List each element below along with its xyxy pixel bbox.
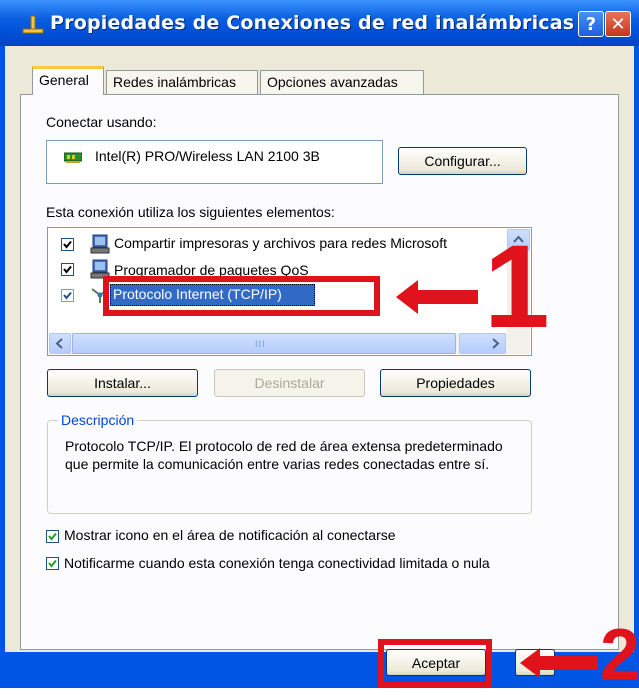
scroll-left-button[interactable]	[49, 333, 71, 354]
adapter-name: Intel(R) PRO/Wireless LAN 2100 3B	[95, 148, 320, 164]
description-title: Descripción	[58, 412, 138, 428]
checkmark-icon	[63, 291, 72, 300]
tab-wireless-networks[interactable]: Redes inalámbricas	[106, 70, 258, 94]
checkmark-icon	[63, 265, 72, 274]
help-button[interactable]: ?	[578, 11, 604, 37]
network-printer-icon	[89, 234, 111, 254]
uninstall-button[interactable]: Desinstalar	[214, 369, 365, 397]
notify-icon-checkbox[interactable]	[46, 530, 59, 543]
arrow-left-icon	[396, 280, 478, 314]
step-number-2: 2	[600, 615, 639, 695]
close-button[interactable]: ✕	[605, 11, 631, 37]
scroll-grip: III	[255, 339, 266, 349]
description-text: Protocolo TCP/IP. El protocolo de red de…	[65, 438, 503, 472]
highlight-box-step-1	[103, 276, 380, 316]
limited-connectivity-label[interactable]: Notificarme cuando esta conexión tenga c…	[64, 554, 544, 573]
arrow-left-icon	[520, 648, 598, 678]
checkmark-icon	[63, 240, 72, 249]
list-item[interactable]: Compartir impresoras y archivos para red…	[114, 235, 447, 251]
item-checkbox[interactable]	[61, 238, 74, 251]
item-checkbox[interactable]	[61, 289, 74, 302]
network-adapter-icon	[63, 151, 83, 164]
connect-using-label: Conectar usando:	[46, 114, 157, 130]
tab-general[interactable]: General	[32, 66, 104, 95]
chevron-left-icon	[55, 338, 63, 349]
checkmark-icon	[48, 532, 57, 541]
item-checkbox[interactable]	[61, 263, 74, 276]
configure-button[interactable]: Configurar...	[398, 147, 527, 175]
properties-button[interactable]: Propiedades	[380, 369, 531, 397]
limited-connectivity-checkbox[interactable]	[46, 557, 59, 570]
install-button[interactable]: Instalar...	[47, 369, 198, 397]
step-number-1: 1	[484, 221, 550, 353]
network-connection-icon	[22, 14, 44, 36]
tab-advanced-options[interactable]: Opciones avanzadas	[260, 70, 424, 94]
notify-icon-label[interactable]: Mostrar icono en el área de notificación…	[64, 527, 396, 543]
components-label: Esta conexión utiliza los siguientes ele…	[46, 204, 335, 220]
window-title: Propiedades de Conexiones de red inalámb…	[50, 12, 575, 34]
highlight-box-step-2	[378, 639, 492, 688]
checkmark-icon	[48, 559, 57, 568]
